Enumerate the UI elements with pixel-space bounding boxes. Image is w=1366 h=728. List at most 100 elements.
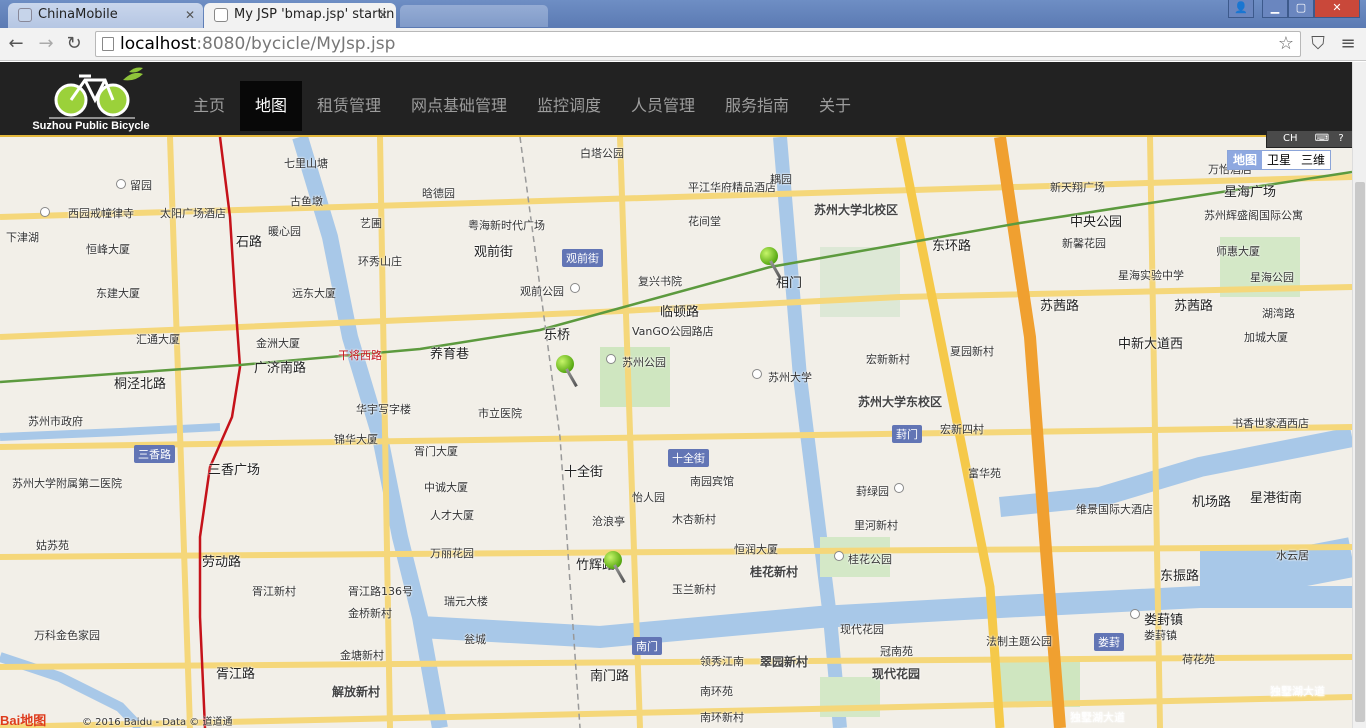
map-label: 湖湾路 bbox=[1262, 307, 1295, 320]
map-label: 苏州公园 bbox=[622, 356, 666, 369]
map-label: 干将西路 bbox=[338, 349, 382, 362]
menu-item-monitor[interactable]: 监控调度 bbox=[522, 81, 616, 131]
map-label: 宏新四村 bbox=[940, 423, 984, 436]
map-label: 粤海新时代广场 bbox=[468, 219, 545, 232]
minimize-button[interactable]: ▁ bbox=[1262, 0, 1288, 18]
menu-item-about[interactable]: 关于 bbox=[804, 81, 866, 131]
logo-text: Suzhou Public Bicycle bbox=[32, 120, 150, 132]
poi-icon bbox=[834, 551, 844, 561]
map-label: 劳动路 bbox=[202, 555, 242, 570]
ime-indicator[interactable]: CH ⌨ ? bbox=[1266, 130, 1364, 148]
map-label: 耦园 bbox=[770, 173, 792, 186]
map-label: 中新大道西 bbox=[1118, 337, 1184, 352]
map-label: 娄葑镇 bbox=[1144, 613, 1184, 628]
menu-item-stations[interactable]: 网点基础管理 bbox=[396, 81, 522, 131]
tab-label: ChinaMobile bbox=[38, 7, 118, 22]
map-label: 恒润大厦 bbox=[734, 543, 778, 556]
menu-item-staff[interactable]: 人员管理 bbox=[616, 81, 710, 131]
menu-item-map[interactable]: 地图 bbox=[240, 81, 303, 131]
map-label: 夏园新村 bbox=[950, 345, 994, 358]
new-tab-button[interactable] bbox=[400, 5, 548, 27]
map-label: 苏州辉盛阁国际公寓 bbox=[1204, 209, 1303, 222]
bookmark-star-icon[interactable]: ☆ bbox=[1278, 32, 1294, 56]
map-label: 环秀山庄 bbox=[358, 255, 402, 268]
map-label: 怡人园 bbox=[632, 491, 665, 504]
map-type-control: 地图 卫星 三维 bbox=[1227, 150, 1332, 170]
map-label: 万科金色家园 bbox=[34, 629, 100, 642]
help-icon[interactable]: ? bbox=[1338, 133, 1343, 144]
reload-icon[interactable]: ↻ bbox=[62, 32, 86, 56]
forward-icon[interactable]: → bbox=[34, 32, 58, 56]
map-badge: 葑门 bbox=[892, 425, 922, 443]
menu-item-home[interactable]: 主页 bbox=[178, 81, 240, 131]
map-label: 苏州大学 bbox=[768, 371, 812, 384]
map-label: 东环路 bbox=[932, 239, 972, 254]
app-navbar: Suzhou Public Bicycle 主页 地图 租赁管理 网点基础管理 … bbox=[0, 62, 1352, 137]
map-label: 东建大厦 bbox=[96, 287, 140, 300]
page-icon bbox=[214, 8, 228, 22]
page-scrollbar[interactable] bbox=[1352, 62, 1366, 728]
tab-chinamobile[interactable]: ChinaMobile ✕ bbox=[8, 3, 203, 28]
ime-label: CH bbox=[1283, 133, 1298, 144]
map-label: 苏州大学东校区 bbox=[858, 395, 943, 409]
bicycle-logo[interactable]: Suzhou Public Bicycle bbox=[25, 66, 157, 134]
map-label: 苏州大学北校区 bbox=[814, 203, 899, 217]
map-label: 十全街 bbox=[564, 465, 604, 480]
map-label: 七里山塘 bbox=[284, 157, 328, 170]
map-label: 下津湖 bbox=[6, 231, 39, 244]
address-host: localhost bbox=[120, 34, 197, 54]
close-icon[interactable]: ✕ bbox=[185, 3, 195, 27]
menu-item-rental[interactable]: 租赁管理 bbox=[302, 81, 396, 131]
map-label: 葑绿园 bbox=[856, 485, 889, 498]
map-canvas[interactable]: 七里山塘 留园 西园戒幢律寺 太阳广场酒店 石路 下津湖 恒峰大厦 东建大厦 汇… bbox=[0, 137, 1352, 728]
map-label: 独墅湖大道 bbox=[1270, 685, 1325, 698]
poi-icon bbox=[1130, 609, 1140, 619]
map-label: 南门路 bbox=[590, 669, 630, 684]
map-label: 胥江新村 bbox=[252, 585, 296, 598]
back-icon[interactable]: ← bbox=[4, 32, 28, 56]
menu-icon[interactable]: ≡ bbox=[1336, 32, 1360, 56]
map-label: 法制主题公园 bbox=[986, 635, 1052, 648]
map-label: 中央公园 bbox=[1070, 215, 1123, 230]
scrollbar-thumb[interactable] bbox=[1355, 182, 1365, 722]
close-icon[interactable]: ✕ bbox=[378, 3, 388, 27]
map-badge: 娄葑 bbox=[1094, 633, 1124, 651]
map-label: 南环苑 bbox=[700, 685, 733, 698]
map-label: 星海实验中学 bbox=[1118, 269, 1184, 282]
map-label: 现代花园 bbox=[840, 623, 884, 636]
map-badge: 观前街 bbox=[562, 249, 603, 267]
page-icon bbox=[102, 37, 114, 51]
map-label: 胥江路136号 bbox=[348, 585, 413, 598]
map-type-map[interactable]: 地图 bbox=[1228, 151, 1263, 169]
profile-icon[interactable]: 👤 bbox=[1228, 0, 1254, 18]
map-type-3d[interactable]: 三维 bbox=[1296, 151, 1330, 169]
map-label: 现代花园 bbox=[872, 667, 921, 681]
tab-myjsp[interactable]: My JSP 'bmap.jsp' startin ✕ bbox=[204, 3, 396, 28]
shield-icon[interactable]: ⛉ bbox=[1306, 32, 1330, 56]
map-label: 锦华大厦 bbox=[334, 433, 378, 446]
close-window-button[interactable]: ✕ bbox=[1314, 0, 1360, 18]
map-label: 姑苏苑 bbox=[36, 539, 69, 552]
map-label: 金塘新村 bbox=[340, 649, 384, 662]
maximize-button[interactable]: ▢ bbox=[1288, 0, 1314, 18]
address-bar[interactable]: localhost:8080/bycicle/MyJsp.jsp ☆ bbox=[95, 31, 1301, 57]
map-label: 瑞元大楼 bbox=[444, 595, 488, 608]
map-label: 南环新村 bbox=[700, 711, 744, 724]
map-label: 三香广场 bbox=[208, 463, 261, 478]
map-label: 星海公园 bbox=[1250, 271, 1294, 284]
page-icon bbox=[18, 8, 32, 22]
menu-item-guide[interactable]: 服务指南 bbox=[710, 81, 804, 131]
map-footer: © 2016 Baidu - Data © 道道通 bbox=[82, 717, 233, 728]
map-type-satellite[interactable]: 卫星 bbox=[1262, 151, 1296, 169]
map-label: 里河新村 bbox=[854, 519, 898, 532]
map-label: 金桥新村 bbox=[348, 607, 392, 620]
map-label: 乐桥 bbox=[544, 328, 571, 343]
map-label: 桂花新村 bbox=[750, 565, 799, 579]
map-label: 临顿路 bbox=[660, 305, 700, 320]
poi-icon bbox=[752, 369, 762, 379]
bicycle-icon bbox=[49, 67, 143, 119]
map-label: 桐泾北路 bbox=[114, 377, 167, 392]
poi-icon bbox=[40, 207, 50, 217]
map-label: 星海广场 bbox=[1224, 185, 1277, 200]
map-label: 广济南路 bbox=[254, 361, 307, 376]
